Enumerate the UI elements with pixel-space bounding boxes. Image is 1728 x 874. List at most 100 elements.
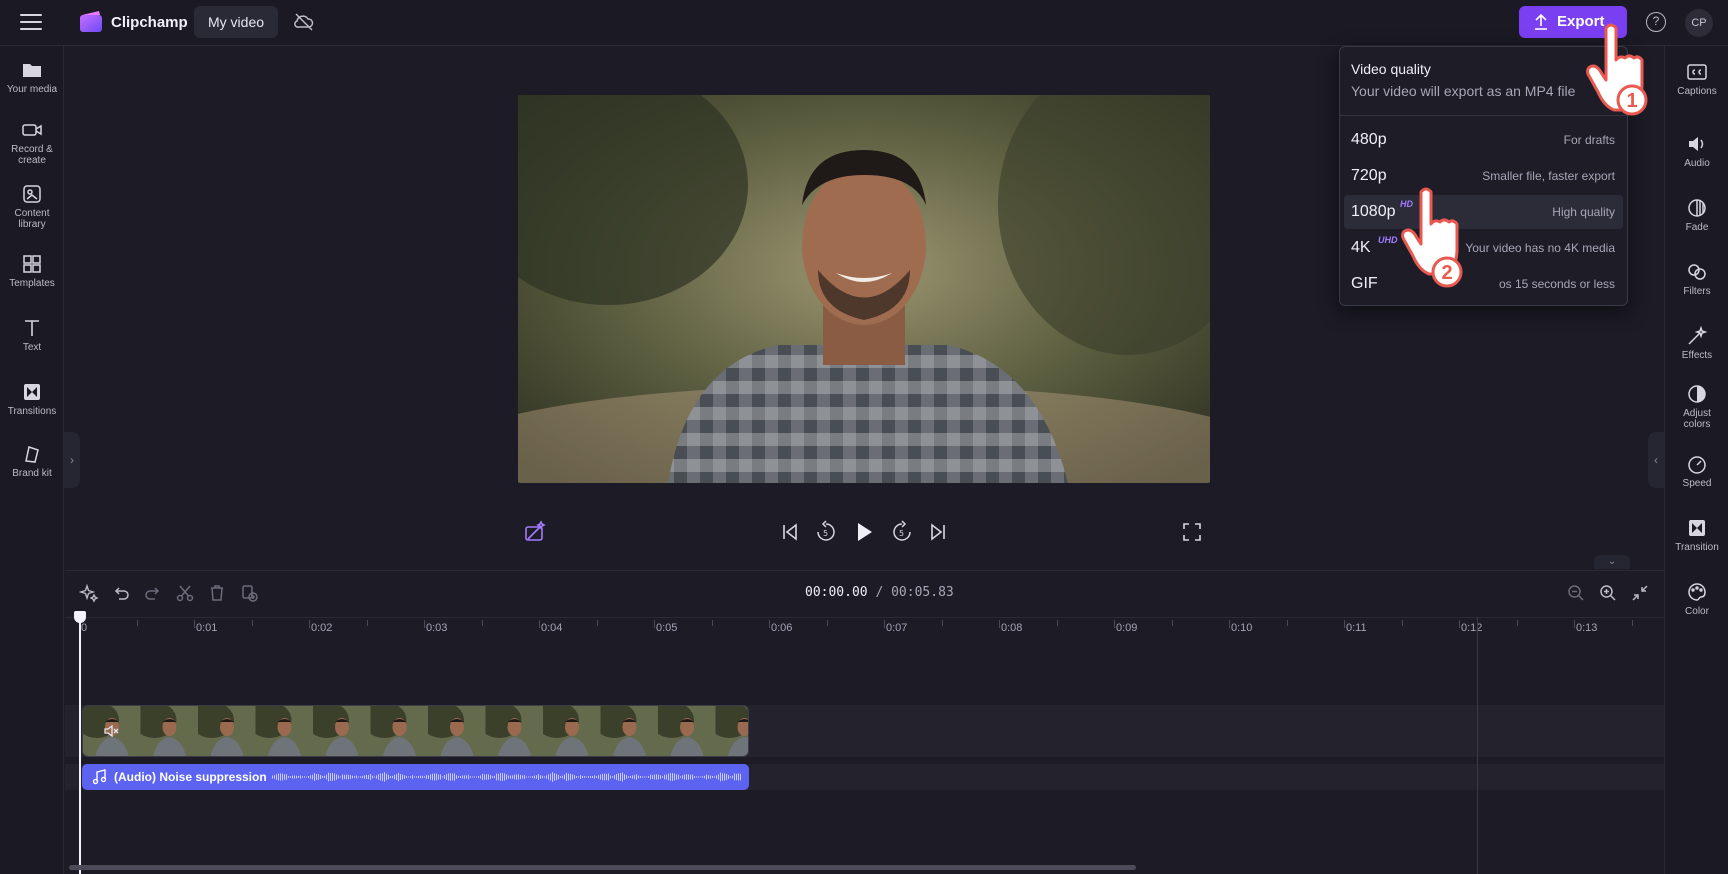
quality-option-1080p[interactable]: 1080p HD High quality xyxy=(1344,195,1623,229)
waveform-bar xyxy=(600,774,601,780)
ruler-tick xyxy=(1286,620,1288,626)
sidebar-item-fade[interactable]: Fade xyxy=(1665,198,1728,233)
waveform-bar xyxy=(538,774,539,780)
sidebar-item-color[interactable]: Color xyxy=(1665,582,1728,617)
redo-icon[interactable] xyxy=(143,583,163,603)
muted-icon[interactable] xyxy=(103,723,119,739)
waveform-bar xyxy=(578,776,579,778)
audio-clip[interactable]: (Audio) Noise suppression xyxy=(82,764,749,790)
skip-to-end-icon[interactable] xyxy=(926,520,950,544)
waveform-bar xyxy=(472,776,473,778)
waveform-bar xyxy=(314,773,315,781)
project-end-marker xyxy=(1477,617,1478,874)
magic-wand-icon xyxy=(1688,326,1708,345)
sidebar-label: Captions xyxy=(1677,86,1717,97)
undo-icon[interactable] xyxy=(111,583,131,603)
waveform-bar xyxy=(542,775,543,779)
waveform-bar xyxy=(320,774,321,780)
sidebar-item-adjust-colors[interactable]: Adjust colors xyxy=(1665,384,1728,430)
fit-to-screen-icon[interactable] xyxy=(1630,583,1650,603)
filters-icon xyxy=(1688,264,1706,280)
waveform-bar xyxy=(422,775,423,779)
quality-option-gif[interactable]: GIF os 15 seconds or less xyxy=(1344,267,1623,301)
rewind-5s-icon[interactable]: 5 xyxy=(814,520,838,544)
waveform-bar xyxy=(740,773,741,781)
waveform-bar xyxy=(530,776,531,778)
playhead-handle[interactable] xyxy=(74,611,86,623)
sidebar-item-filters[interactable]: Filters xyxy=(1665,262,1728,297)
waveform-bar xyxy=(720,772,721,782)
waveform-bar xyxy=(436,773,437,781)
avatar[interactable]: CP xyxy=(1685,9,1713,37)
waveform-bar xyxy=(518,774,519,780)
waveform-bar xyxy=(738,773,739,781)
waveform-bar xyxy=(478,776,479,778)
sidebar-item-transition[interactable]: Transition xyxy=(1665,518,1728,553)
ruler-tick-label: 0:13 xyxy=(1576,622,1598,634)
collapse-preview-button[interactable]: ⌄ xyxy=(1594,555,1630,569)
waveform-bar xyxy=(304,776,305,778)
collapse-left-panel-button[interactable]: › xyxy=(64,432,80,488)
waveform-bar xyxy=(650,774,651,780)
sidebar-item-speed[interactable]: Speed xyxy=(1665,454,1728,489)
sidebar-item-record-create[interactable]: Record & create xyxy=(0,120,64,166)
play-icon[interactable] xyxy=(852,520,876,544)
ruler-tick-label: 0:10 xyxy=(1231,622,1253,634)
sidebar-label: Filters xyxy=(1683,286,1711,297)
duplicate-icon[interactable] xyxy=(239,583,259,603)
audio-waveform xyxy=(272,772,741,782)
music-note-icon xyxy=(92,769,107,785)
trash-icon[interactable] xyxy=(207,583,227,603)
playhead[interactable] xyxy=(79,611,81,874)
zoom-out-icon[interactable] xyxy=(1566,583,1586,603)
sidebar-item-your-media[interactable]: Your media xyxy=(0,60,64,95)
sidebar-item-brand-kit[interactable]: Brand kit xyxy=(0,444,64,479)
waveform-bar xyxy=(628,776,629,778)
waveform-bar xyxy=(502,773,503,781)
sidebar-label: Transition xyxy=(1675,542,1719,553)
sidebar-item-effects[interactable]: Effects xyxy=(1665,326,1728,361)
sidebar-item-audio[interactable]: Audio xyxy=(1665,134,1728,169)
ruler-tick xyxy=(1229,620,1230,628)
cloud-off-icon[interactable] xyxy=(293,12,315,32)
forward-5s-icon[interactable]: 5 xyxy=(890,520,914,544)
magic-sparkle-icon[interactable] xyxy=(79,583,99,603)
video-clip[interactable] xyxy=(82,705,749,757)
quality-option-480p[interactable]: 480p For drafts xyxy=(1344,123,1623,157)
waveform-bar xyxy=(336,774,337,780)
skip-to-start-icon[interactable] xyxy=(778,520,802,544)
menu-icon[interactable] xyxy=(20,14,42,32)
sidebar-item-text[interactable]: Text xyxy=(0,318,64,353)
quality-description: High quality xyxy=(1552,205,1615,219)
waveform-bar xyxy=(492,776,493,778)
fullscreen-icon[interactable] xyxy=(1180,520,1204,544)
project-name-field[interactable]: My video xyxy=(194,6,279,38)
waveform-bar xyxy=(438,774,439,780)
waveform-bar xyxy=(354,776,355,778)
zoom-in-icon[interactable] xyxy=(1598,583,1618,603)
contrast-icon xyxy=(1688,385,1706,403)
waveform-bar xyxy=(524,775,525,779)
collapse-right-panel-button[interactable]: ‹ xyxy=(1648,432,1664,488)
waveform-bar xyxy=(306,776,307,778)
sidebar-item-templates[interactable]: Templates xyxy=(0,254,64,289)
sidebar-item-content-library[interactable]: Content library xyxy=(0,184,64,230)
magic-enhance-icon[interactable] xyxy=(523,520,547,544)
waveform-bar xyxy=(410,776,411,778)
ruler-tick-label: 0:11 xyxy=(1346,622,1367,634)
waveform-bar xyxy=(666,774,667,780)
timeline-ruler[interactable]: 0 0:01 0:02 0:03 0:04 0:05 0:06 0:07 0:08 0:09 0:1… xyxy=(65,617,1664,639)
sidebar-item-captions[interactable]: Captions xyxy=(1665,62,1728,97)
waveform-bar xyxy=(392,775,393,779)
sidebar-item-transitions[interactable]: Transitions xyxy=(0,382,64,417)
timeline-horizontal-scrollbar[interactable] xyxy=(69,865,1136,870)
waveform-bar xyxy=(558,774,559,780)
waveform-bar xyxy=(726,773,727,781)
ruler-tick xyxy=(1574,620,1575,628)
quality-option-720p[interactable]: 720p Smaller file, faster export xyxy=(1344,159,1623,193)
scissors-icon[interactable] xyxy=(175,583,195,603)
video-preview[interactable] xyxy=(518,95,1210,483)
quality-option-4k[interactable]: 4K UHD Your video has no 4K media xyxy=(1344,231,1623,265)
waveform-bar xyxy=(732,775,733,779)
speaker-icon xyxy=(1689,137,1704,151)
